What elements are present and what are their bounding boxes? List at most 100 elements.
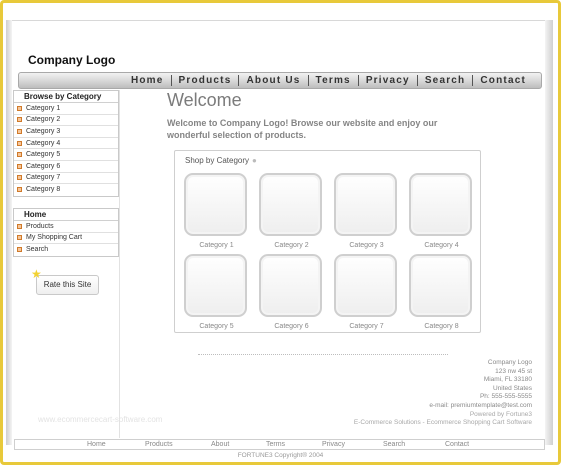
category-tile-5[interactable]: Category 5 xyxy=(184,254,249,330)
square-bullet-icon xyxy=(17,140,22,146)
company-address: Company Logo 123 nw 45 st Miami, FL 3318… xyxy=(354,359,532,428)
sidebar-item-category-8[interactable]: Category 8 xyxy=(14,184,118,196)
shop-by-category-panel: Shop by Category ● Category 1 Category 2 … xyxy=(174,150,481,333)
sidebar-item-label: Category 8 xyxy=(26,186,61,194)
sidebar-item-category-4[interactable]: Category 4 xyxy=(14,138,118,150)
category-thumbnail[interactable] xyxy=(259,254,322,317)
sidebar-item-label: Category 5 xyxy=(26,151,61,159)
category-thumbnail[interactable] xyxy=(184,173,247,236)
square-bullet-icon xyxy=(17,235,22,241)
footer-link-privacy[interactable]: Privacy xyxy=(322,441,345,448)
dropdown-dot-icon: ● xyxy=(252,156,257,165)
address-phone: Ph: 555-555-5555 xyxy=(479,393,532,401)
page-title: Welcome xyxy=(167,90,242,110)
category-label[interactable]: Category 8 xyxy=(409,323,474,330)
category-thumbnail[interactable] xyxy=(409,254,472,317)
square-bullet-icon xyxy=(17,117,22,123)
category-label[interactable]: Category 1 xyxy=(184,242,249,249)
sidebar-item-label: Category 3 xyxy=(26,127,61,135)
category-thumbnail[interactable] xyxy=(334,254,397,317)
sidebar-item-label: Products xyxy=(26,222,54,230)
footer-link-search[interactable]: Search xyxy=(383,441,405,448)
category-tile-8[interactable]: Category 8 xyxy=(409,254,474,330)
star-icon: ★ xyxy=(31,267,42,281)
watermark-text: www.ecommercecart-software.com xyxy=(38,415,163,424)
left-shadow xyxy=(6,20,12,445)
nav-products[interactable]: Products xyxy=(172,75,239,86)
right-shadow xyxy=(545,20,553,445)
sidebar-item-label: Category 4 xyxy=(26,139,61,147)
sidebar-item-label: My Shopping Cart xyxy=(26,234,83,242)
sidebar-item-category-7[interactable]: Category 7 xyxy=(14,173,118,185)
footer-link-terms[interactable]: Terms xyxy=(266,441,285,448)
sidebar-item-shopping-cart[interactable]: My Shopping Cart xyxy=(14,233,118,245)
category-tile-6[interactable]: Category 6 xyxy=(259,254,324,330)
sidebar-item-label: Category 2 xyxy=(26,116,61,124)
square-bullet-icon xyxy=(17,128,22,134)
sidebar-item-category-2[interactable]: Category 2 xyxy=(14,115,118,127)
category-label[interactable]: Category 7 xyxy=(334,323,399,330)
footer-link-home[interactable]: Home xyxy=(87,441,106,448)
dotted-divider xyxy=(198,354,448,355)
category-tile-3[interactable]: Category 3 xyxy=(334,173,399,249)
sidebar-item-products[interactable]: Products xyxy=(14,221,118,233)
footer-nav: Home Products About Terms Privacy Search… xyxy=(14,439,545,450)
square-bullet-icon xyxy=(17,163,22,169)
sidebar-home-link[interactable]: Home xyxy=(14,209,118,221)
square-bullet-icon xyxy=(17,105,22,111)
footer-link-about[interactable]: About xyxy=(211,441,229,448)
category-label[interactable]: Category 6 xyxy=(259,323,324,330)
copyright-text: FORTUNE3 Copyright® 2004 xyxy=(237,452,324,459)
sidebar-item-label: Category 7 xyxy=(26,174,61,182)
category-label[interactable]: Category 4 xyxy=(409,242,474,249)
footer-link-contact[interactable]: Contact xyxy=(445,441,469,448)
sidebar-item-search[interactable]: Search xyxy=(14,244,118,256)
category-tile-1[interactable]: Category 1 xyxy=(184,173,249,249)
shop-by-category-heading: Shop by Category ● xyxy=(185,156,257,165)
category-label[interactable]: Category 2 xyxy=(259,242,324,249)
top-divider xyxy=(12,20,545,21)
category-label[interactable]: Category 5 xyxy=(184,323,249,330)
category-thumbnail[interactable] xyxy=(409,173,472,236)
rate-site-button[interactable]: Rate this Site xyxy=(36,275,99,295)
address-city: Miami, FL 33180 xyxy=(483,376,532,384)
square-bullet-icon xyxy=(17,187,22,193)
category-thumbnail[interactable] xyxy=(259,173,322,236)
main-navbar: Home Products About Us Terms Privacy Sea… xyxy=(18,72,542,89)
nav-about-us[interactable]: About Us xyxy=(239,75,307,86)
nav-privacy[interactable]: Privacy xyxy=(359,75,417,86)
square-bullet-icon xyxy=(17,175,22,181)
quick-links-box: Home Products My Shopping Cart Search xyxy=(13,208,119,257)
column-divider xyxy=(119,90,120,438)
software-link[interactable]: E-Commerce Solutions - Ecommerce Shoppin… xyxy=(354,419,532,428)
sidebar-item-category-1[interactable]: Category 1 xyxy=(14,103,118,115)
category-thumbnail[interactable] xyxy=(184,254,247,317)
address-street: 123 nw 45 st xyxy=(495,367,532,375)
welcome-intro: Welcome to Company Logo! Browse our webs… xyxy=(167,118,438,140)
category-label[interactable]: Category 3 xyxy=(334,242,399,249)
address-email[interactable]: e-mail: premiumtemplate@test.com xyxy=(354,402,532,411)
category-tile-7[interactable]: Category 7 xyxy=(334,254,399,330)
square-bullet-icon xyxy=(17,247,22,253)
square-bullet-icon xyxy=(17,152,22,158)
sidebar-item-label: Category 1 xyxy=(26,104,61,112)
sidebar-item-category-6[interactable]: Category 6 xyxy=(14,161,118,173)
shop-heading-label: Shop by Category xyxy=(185,156,250,165)
nav-home[interactable]: Home xyxy=(124,75,171,86)
nav-terms[interactable]: Terms xyxy=(309,75,358,86)
address-country: United States xyxy=(492,384,532,392)
address-company: Company Logo xyxy=(487,359,532,366)
square-bullet-icon xyxy=(17,223,22,229)
company-logo[interactable]: Company Logo xyxy=(28,53,115,67)
footer-link-products[interactable]: Products xyxy=(145,441,173,448)
sidebar-item-label: Search xyxy=(26,246,49,254)
category-tile-2[interactable]: Category 2 xyxy=(259,173,324,249)
category-tile-4[interactable]: Category 4 xyxy=(409,173,474,249)
sidebar-item-category-5[interactable]: Category 5 xyxy=(14,149,118,161)
browse-category-heading: Browse by Category xyxy=(14,91,118,103)
category-thumbnail[interactable] xyxy=(334,173,397,236)
nav-contact[interactable]: Contact xyxy=(473,75,533,86)
sidebar-item-category-3[interactable]: Category 3 xyxy=(14,126,118,138)
powered-by-link[interactable]: Powered by Fortune3 xyxy=(354,411,532,420)
nav-search[interactable]: Search xyxy=(418,75,473,86)
